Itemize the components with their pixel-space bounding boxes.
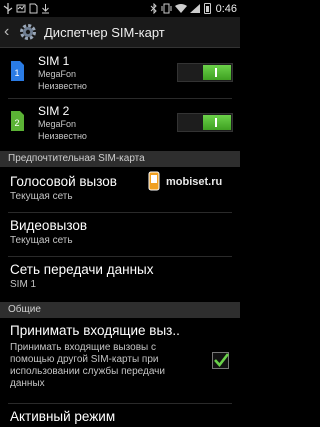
sim-state: Неизвестно [38,81,87,91]
divider [8,98,232,99]
section-header-general: Общие [0,302,240,318]
sim-toggle[interactable] [177,113,233,132]
divider [8,256,232,257]
general-item-accept-calls[interactable]: Принимать входящие выз.. Принимать входя… [10,323,230,390]
item-title: Принимать входящие выз.. [10,323,180,338]
page-title: Диспетчер SIM-карт [44,24,165,40]
wifi-icon [174,4,187,13]
watermark-text: mobiset.ru [166,176,223,188]
sim-operator: MegaFon [38,69,77,79]
section-header-preferred: Предпочтительная SIM-карта [0,151,240,167]
action-bar: ‹ Диспетчер SIM-карт [0,17,240,48]
item-description: Принимать входящие вызовы с помощью друг… [10,342,165,389]
watermark: mobiset.ru [144,171,234,193]
item-subtitle: Текущая сеть [10,235,73,246]
vibrate-icon [161,3,172,14]
item-title: Сеть передачи данных [10,262,154,277]
sim-operator: MegaFon [38,119,77,129]
general-item-active-mode[interactable]: Активный режим [10,409,230,424]
clock: 0:46 [215,2,237,15]
bluetooth-icon [150,3,157,14]
checkmark-icon [214,353,230,368]
divider [8,403,232,404]
download-icon [42,4,49,14]
sim-card-icon: 2 [11,111,24,131]
battery-icon [203,3,211,14]
sd-card-icon [29,3,38,14]
divider [8,212,232,213]
pref-item-video-call[interactable]: Видеовызов Текущая сеть [10,218,230,246]
item-subtitle: SIM 1 [10,279,37,290]
sim-row-2[interactable]: 2 SIM 2 MegaFon Неизвестно [0,100,240,148]
item-title: Активный режим [10,409,116,424]
status-bar: 0:46 [0,0,240,17]
sim-row-1[interactable]: 1 SIM 1 MegaFon Неизвестно [0,50,240,98]
pref-item-data-network[interactable]: Сеть передачи данных SIM 1 [10,262,230,290]
svg-text:1: 1 [14,68,19,78]
back-chevron-icon[interactable]: ‹ [0,17,16,47]
settings-gear-icon[interactable] [18,22,38,42]
item-title: Видеовызов [10,218,88,233]
usb-icon [3,3,13,14]
notification-icon [16,4,26,13]
sim-toggle[interactable] [177,63,233,82]
sim-card-icon: 1 [11,61,24,81]
sim-name: SIM 2 [38,104,70,118]
signal-icon [189,4,200,13]
phone-logo-icon [148,171,160,191]
accept-calls-checkbox[interactable] [212,352,230,369]
sim-name: SIM 1 [38,54,70,68]
sim-state: Неизвестно [38,131,87,141]
svg-text:2: 2 [14,118,19,128]
